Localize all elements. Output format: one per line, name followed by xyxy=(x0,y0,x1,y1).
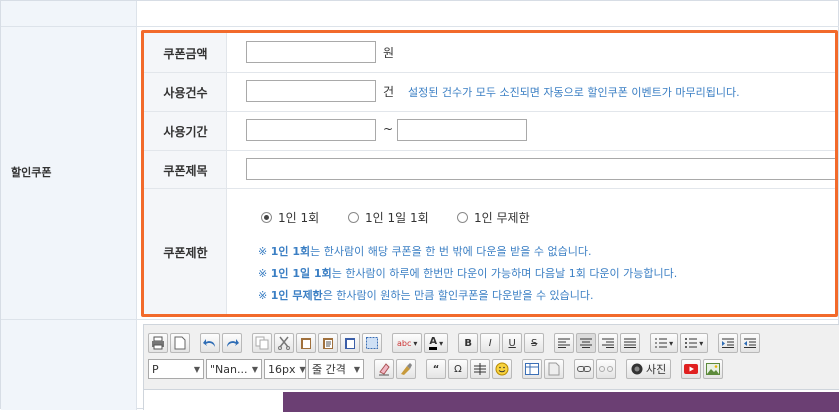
align-justify-icon[interactable] xyxy=(620,333,641,353)
paragraph-select[interactable]: P ▼ xyxy=(148,359,204,379)
limit-option-label: 1인 무제한 xyxy=(474,211,530,225)
radio-unselected-icon[interactable] xyxy=(348,212,359,223)
paste-text-icon[interactable] xyxy=(318,333,338,353)
rich-text-editor: abc ▾ A ▾ B I U S ▾ ▾ P ▼ "Nan... ▼ 16px ▼ 줄 … xyxy=(143,324,839,412)
limit-note-once-per-day: ※ 1인 1일 1회는 한사람이 하루에 한번만 다운이 가능하며 다음날 1회… xyxy=(258,267,678,280)
emoticon-icon[interactable] xyxy=(492,359,512,379)
line-spacing-select[interactable]: 줄 간격 ▼ xyxy=(308,359,364,379)
link-icon[interactable] xyxy=(574,359,594,379)
row-divider xyxy=(1,26,839,27)
usage-period-start-input[interactable] xyxy=(246,119,376,141)
row-divider xyxy=(144,188,835,189)
limit-note-once: ※ 1인 1회는 한사람이 해당 쿠폰을 한 번 밖에 다운을 받을 수 없습니… xyxy=(258,245,592,258)
align-center-icon[interactable] xyxy=(576,333,597,353)
underline-button[interactable]: U xyxy=(502,333,523,353)
align-left-icon[interactable] xyxy=(554,333,575,353)
select-all-icon[interactable] xyxy=(362,333,382,353)
undo-icon[interactable] xyxy=(200,333,220,353)
usage-period-end-input[interactable] xyxy=(397,119,527,141)
remove-format-icon[interactable] xyxy=(374,359,394,379)
new-page-icon[interactable] xyxy=(170,333,190,353)
usage-count-input[interactable] xyxy=(246,80,376,102)
editor-toolbar-row-1: abc ▾ A ▾ B I U S ▾ ▾ xyxy=(148,332,761,354)
coupon-amount-label: 쿠폰금액 xyxy=(163,47,208,61)
limit-option-label: 1인 1회 xyxy=(278,211,320,225)
image-icon[interactable] xyxy=(703,359,724,379)
limit-option-label: 1인 1일 1회 xyxy=(365,211,429,225)
copy-icon[interactable] xyxy=(252,333,272,353)
usage-count-label: 사용건수 xyxy=(163,86,208,100)
template-icon[interactable] xyxy=(544,359,564,379)
section-label-coupon: 할인쿠폰 xyxy=(11,166,52,179)
font-size-select[interactable]: 16px ▼ xyxy=(264,359,306,379)
limit-option-unlimited[interactable]: 1인 무제한 xyxy=(457,209,530,226)
italic-button[interactable]: I xyxy=(480,333,501,353)
cut-icon[interactable] xyxy=(274,333,294,353)
font-family-select[interactable]: "Nan... ▼ xyxy=(206,359,262,379)
editor-toolbar-row-2: P ▼ "Nan... ▼ 16px ▼ 줄 간격 ▼ “ Ω 사진 xyxy=(148,358,724,380)
usage-count-unit: 건 xyxy=(383,85,395,99)
editor-content-block xyxy=(283,392,839,412)
limit-option-once-per-day[interactable]: 1인 1일 1회 xyxy=(348,209,429,226)
spellcheck-icon[interactable]: abc ▾ xyxy=(392,333,423,353)
coupon-title-input[interactable] xyxy=(246,158,835,180)
youtube-icon[interactable] xyxy=(681,359,702,379)
special-char-button[interactable]: Ω xyxy=(448,359,468,379)
radio-unselected-icon[interactable] xyxy=(457,212,468,223)
photo-button[interactable]: 사진 xyxy=(626,359,672,379)
usage-count-hint: 설정된 건수가 모두 소진되면 자동으로 할인쿠폰 이벤트가 마무리됩니다. xyxy=(408,86,740,99)
row-divider xyxy=(144,111,835,112)
table-icon[interactable] xyxy=(522,359,542,379)
row-divider xyxy=(144,72,835,73)
indent-icon[interactable] xyxy=(718,333,739,353)
limit-note-unlimited: ※ 1인 무제한은 한사람이 원하는 만큼 할인쿠폰을 다운받을 수 있습니다. xyxy=(258,289,594,302)
radio-selected-icon[interactable] xyxy=(261,212,272,223)
numbered-list-icon[interactable]: ▾ xyxy=(650,333,679,353)
align-right-icon[interactable] xyxy=(598,333,619,353)
usage-period-separator: ~ xyxy=(383,122,394,136)
editor-content-area[interactable] xyxy=(144,389,839,412)
coupon-amount-unit: 원 xyxy=(383,46,395,60)
print-icon[interactable] xyxy=(148,333,168,353)
coupon-limit-label: 쿠폰제한 xyxy=(163,246,208,260)
form-frame: 할인쿠폰 쿠폰금액 원 사용건수 건 설정된 건수가 모두 소진되면 자동으로 … xyxy=(0,0,839,412)
row-divider xyxy=(144,150,835,151)
bold-button[interactable]: B xyxy=(458,333,479,353)
outdent-icon[interactable] xyxy=(740,333,761,353)
usage-period-label: 사용기간 xyxy=(163,125,208,139)
paste-icon[interactable] xyxy=(296,333,316,353)
coupon-amount-input[interactable] xyxy=(246,41,376,63)
blockquote-button[interactable]: “ xyxy=(426,359,446,379)
bulleted-list-icon[interactable]: ▾ xyxy=(680,333,709,353)
paste-word-icon[interactable] xyxy=(340,333,360,353)
coupon-settings-box: 쿠폰금액 원 사용건수 건 설정된 건수가 모두 소진되면 자동으로 할인쿠폰 … xyxy=(141,30,838,317)
section-label-column xyxy=(1,1,137,410)
text-color-icon[interactable]: A ▾ xyxy=(424,333,449,353)
row-divider xyxy=(1,319,839,320)
strikethrough-button[interactable]: S xyxy=(524,333,545,353)
unlink-icon[interactable] xyxy=(596,359,616,379)
redo-icon[interactable] xyxy=(222,333,242,353)
horizontal-rule-icon[interactable] xyxy=(470,359,490,379)
coupon-title-label: 쿠폰제목 xyxy=(163,164,208,178)
format-painter-icon[interactable] xyxy=(396,359,416,379)
limit-option-once[interactable]: 1인 1회 xyxy=(261,209,319,226)
